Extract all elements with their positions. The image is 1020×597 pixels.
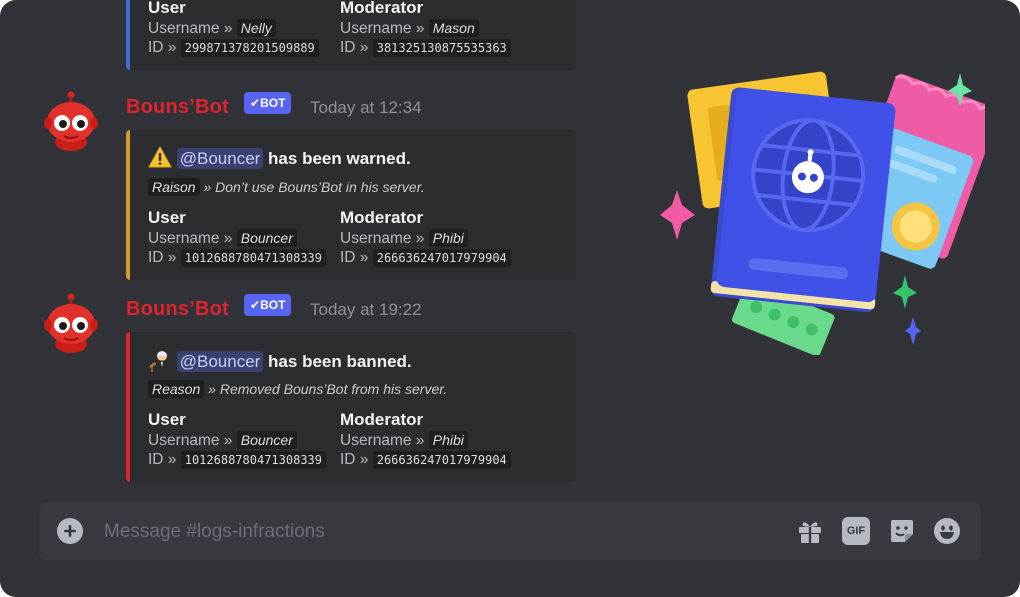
field-key: ID: [340, 451, 356, 468]
id-value: 266636247017979904: [372, 451, 511, 469]
embed-accent-bar: [126, 0, 130, 70]
bot-avatar[interactable]: [40, 90, 102, 152]
field-key: ID: [340, 39, 356, 56]
field-key: ID: [148, 451, 164, 468]
id-value: 299871378201509889: [180, 39, 319, 57]
field-header: Moderator: [340, 208, 424, 227]
action-text: has been banned.: [268, 352, 412, 371]
field-id-line: ID » 266636247017979904: [340, 450, 511, 470]
user-mention[interactable]: @Bouncer: [176, 351, 264, 372]
reason-text: » Don’t use Bouns’Bot in his server.: [203, 179, 425, 195]
verified-check-icon: ✔: [250, 96, 261, 110]
emoji-icon[interactable]: [933, 517, 961, 545]
username-value: Phibi: [428, 431, 468, 449]
field-key: ID: [340, 249, 356, 266]
bot-tag: ✔BOT: [244, 92, 292, 114]
field-header: Moderator: [340, 0, 424, 17]
field-key: Username: [148, 432, 220, 449]
field-header: User: [148, 208, 186, 227]
id-value: 1012688780471308339: [180, 249, 327, 267]
field-key: Username: [340, 432, 412, 449]
field-username-line: Username » Phibi: [340, 228, 511, 248]
moderator-field: Moderator Username » Phibi ID » 26663624…: [340, 208, 511, 268]
id-value: 266636247017979904: [372, 249, 511, 267]
author-name[interactable]: Bouns’Bot: [126, 96, 229, 119]
bot-avatar[interactable]: [40, 292, 102, 354]
timestamp[interactable]: Today at 12:34: [310, 98, 422, 118]
field-key: ID: [148, 249, 164, 266]
embed-accent-bar: [126, 130, 130, 280]
embed-card: @Bouncer has been banned. Reason » Remov…: [126, 332, 576, 482]
id-value: 381325130875535363: [372, 39, 511, 57]
gift-icon[interactable]: [796, 517, 824, 545]
username-value: Bouncer: [236, 229, 297, 247]
bot-tag-label: BOT: [260, 96, 286, 110]
field-key: Username: [340, 20, 412, 37]
reason-key: Reason: [148, 380, 205, 398]
field-header: User: [148, 410, 186, 429]
gif-button[interactable]: GIF: [842, 517, 870, 545]
embed-title: @Bouncer has been banned.: [148, 348, 412, 372]
embed-card: @Bouncer has been warned. Raison » Don’t…: [126, 130, 576, 280]
field-key: Username: [148, 20, 220, 37]
gif-label: GIF: [846, 525, 866, 537]
verified-check-icon: ✔: [250, 298, 261, 312]
user-mention[interactable]: @Bouncer: [176, 148, 264, 169]
field-key: Username: [148, 230, 220, 247]
plus-circle-icon[interactable]: [56, 517, 84, 545]
field-key: ID: [148, 39, 164, 56]
discord-chat-window: User Username » Nelly ID » 2998713782015…: [0, 0, 1020, 597]
username-value: Phibi: [428, 229, 468, 247]
moderator-field: Moderator Username » Mason ID » 38132513…: [340, 0, 511, 58]
field-id-line: ID » 299871378201509889: [148, 38, 319, 58]
field-username-line: Username » Phibi: [340, 430, 511, 450]
bot-tag-label: BOT: [260, 298, 286, 312]
warning-icon: [148, 145, 172, 168]
field-id-line: ID » 1012688780471308339: [148, 450, 327, 470]
sticker-icon[interactable]: [888, 517, 916, 545]
username-value: Mason: [428, 19, 479, 37]
username-value: Nelly: [236, 19, 276, 37]
author-name[interactable]: Bouns’Bot: [126, 298, 229, 321]
message-input[interactable]: [102, 519, 706, 545]
moderator-field: Moderator Username » Phibi ID » 26663624…: [340, 410, 511, 470]
judge-icon: [149, 351, 170, 372]
embed-title: @Bouncer has been warned.: [148, 145, 411, 169]
reason-text: » Removed Bouns’Bot from his server.: [208, 381, 448, 397]
field-username-line: Username » Bouncer: [148, 228, 326, 248]
action-text: has been warned.: [268, 149, 411, 168]
field-id-line: ID » 1012688780471308339: [148, 248, 327, 268]
field-username-line: Username » Bouncer: [148, 430, 326, 450]
field-username-line: Username » Mason: [340, 18, 511, 38]
timestamp[interactable]: Today at 19:22: [310, 300, 422, 320]
embed-accent-bar: [126, 332, 130, 482]
field-header: Moderator: [340, 410, 424, 429]
embed-card-top: User Username » Nelly ID » 2998713782015…: [126, 0, 576, 70]
message-composer: GIF: [39, 502, 981, 560]
reason-key: Raison: [148, 178, 200, 196]
username-value: Bouncer: [236, 431, 297, 449]
user-field: User Username » Bouncer ID » 10126887804…: [148, 410, 327, 470]
user-field: User Username » Nelly ID » 2998713782015…: [148, 0, 319, 58]
bot-tag: ✔BOT: [244, 294, 292, 316]
user-field: User Username » Bouncer ID » 10126887804…: [148, 208, 327, 268]
reason-line: Reason » Removed Bouns’Bot from his serv…: [148, 380, 448, 398]
field-header: User: [148, 0, 186, 17]
field-key: Username: [340, 230, 412, 247]
field-id-line: ID » 266636247017979904: [340, 248, 511, 268]
passport-illustration: [660, 71, 985, 355]
id-value: 1012688780471308339: [180, 451, 327, 469]
reason-line: Raison » Don’t use Bouns’Bot in his serv…: [148, 178, 425, 196]
field-username-line: Username » Nelly: [148, 18, 319, 38]
field-id-line: ID » 381325130875535363: [340, 38, 511, 58]
